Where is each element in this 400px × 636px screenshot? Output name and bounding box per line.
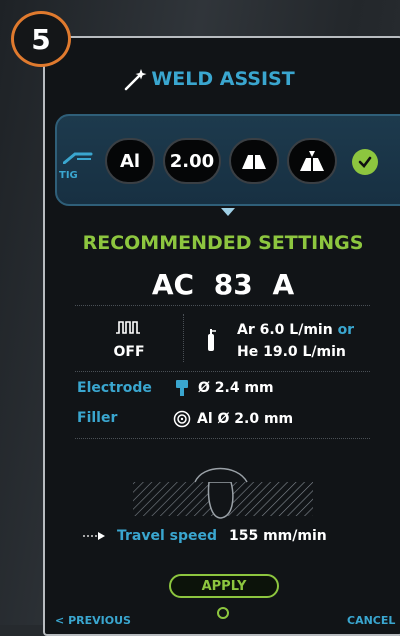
gas-cylinder-icon xyxy=(208,329,216,351)
check-icon xyxy=(352,149,378,175)
weld-joint-diagram xyxy=(133,467,313,519)
arrow-right-icon xyxy=(83,532,105,540)
step-number: 5 xyxy=(31,22,51,56)
step-badge: 5 xyxy=(11,11,71,67)
previous-button[interactable]: < PREVIOUS xyxy=(55,614,131,627)
divider xyxy=(75,371,370,372)
material-selector[interactable]: Al xyxy=(105,138,155,184)
travel-speed-value: 155 mm/min xyxy=(229,528,327,544)
filler-diameter: 2.0 mm xyxy=(234,411,294,427)
chevron-left-icon: < xyxy=(55,614,65,627)
gas-or: or xyxy=(337,322,355,338)
previous-label: PREVIOUS xyxy=(68,614,131,627)
pulse-icon xyxy=(116,321,140,334)
page-title: WELD ASSIST xyxy=(151,68,295,90)
butt-joint-icon xyxy=(242,155,266,169)
gas-helium: He 19.0 L/min xyxy=(237,344,346,360)
joint-type-selector[interactable] xyxy=(229,138,279,184)
divider xyxy=(183,314,184,362)
filler-material: Al xyxy=(197,411,213,427)
pointer-caret-icon xyxy=(221,208,235,216)
recommended-output: AC 83 A xyxy=(45,268,400,301)
weld-mode: AC xyxy=(151,268,195,301)
tig-torch-icon[interactable] xyxy=(63,150,93,164)
divider xyxy=(75,438,370,439)
filler-value: Al Ø 2.0 mm xyxy=(197,411,293,427)
home-icon[interactable] xyxy=(217,607,229,619)
pulse-value: OFF xyxy=(113,344,145,360)
electrode-value: Ø 2.4 mm xyxy=(198,380,274,396)
weld-assist-panel: WELD ASSIST TIG Al 2.00 RECOMMENDED SETT… xyxy=(43,36,400,636)
filler-label: Filler xyxy=(77,410,118,426)
travel-speed-label: Travel speed xyxy=(117,528,218,544)
diameter-symbol: Ø xyxy=(217,411,230,427)
gas-line-1: Ar 6.0 L/min or xyxy=(237,322,354,338)
recommended-title: RECOMMENDED SETTINGS xyxy=(82,232,364,254)
filler-spool-icon xyxy=(173,410,191,428)
cancel-button[interactable]: CANCEL xyxy=(347,614,395,627)
divider xyxy=(75,305,370,306)
diameter-symbol: Ø xyxy=(198,380,210,396)
electrode-icon xyxy=(176,380,188,396)
joint-position-selector[interactable] xyxy=(287,138,337,184)
gas-argon: Ar 6.0 L/min xyxy=(237,322,333,338)
fillet-joint-icon xyxy=(300,151,324,171)
electrode-diameter: 2.4 mm xyxy=(214,380,274,396)
apply-button[interactable]: APPLY xyxy=(169,574,279,598)
process-label: TIG xyxy=(59,170,78,181)
thickness-selector[interactable]: 2.00 xyxy=(163,138,221,184)
weld-current: 83 A xyxy=(213,268,295,301)
electrode-label: Electrode xyxy=(77,380,152,396)
